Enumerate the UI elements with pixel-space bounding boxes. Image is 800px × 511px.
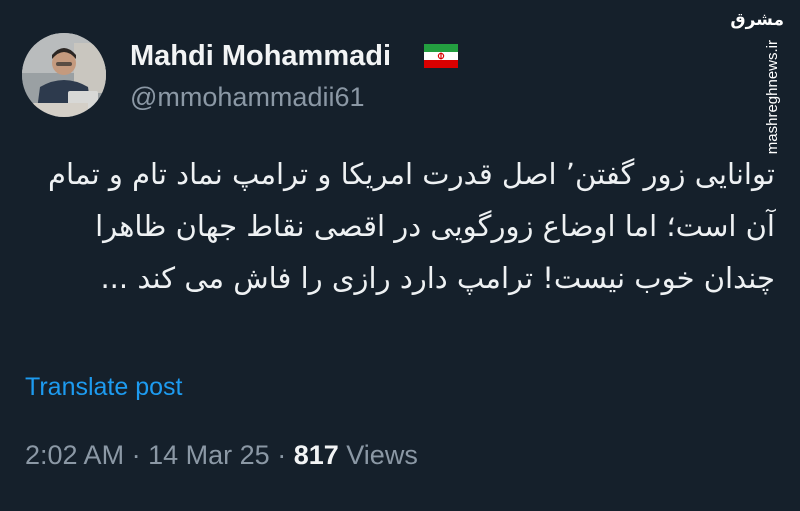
watermark-logo: مشرق (730, 10, 784, 30)
post-date[interactable]: 14 Mar 25 (148, 440, 270, 470)
watermark: مشرق mashreghnews.ir (730, 10, 784, 160)
meta-separator: · (277, 440, 287, 470)
post-time[interactable]: 2:02 AM (25, 440, 124, 470)
views-label: Views (346, 440, 418, 470)
iran-flag-icon (424, 44, 458, 68)
tweet-card: Mahdi Mohammadi @mmohammadii61 توانایی ز… (0, 0, 800, 511)
meta-separator: · (131, 440, 141, 470)
avatar[interactable] (22, 33, 106, 117)
watermark-url: mashreghnews.ir (764, 40, 781, 155)
avatar-photo (22, 33, 106, 117)
author-handle[interactable]: @mmohammadii61 (130, 82, 364, 113)
author-display-name[interactable]: Mahdi Mohammadi (130, 40, 391, 73)
views-count: 817 (293, 440, 339, 470)
translate-post-link[interactable]: Translate post (25, 373, 182, 402)
post-meta: 2:02 AM · 14 Mar 25 · 817 Views (25, 440, 418, 471)
post-text: توانایی زور گفتن’ اصل قدرت امریکا و ترام… (48, 157, 775, 295)
